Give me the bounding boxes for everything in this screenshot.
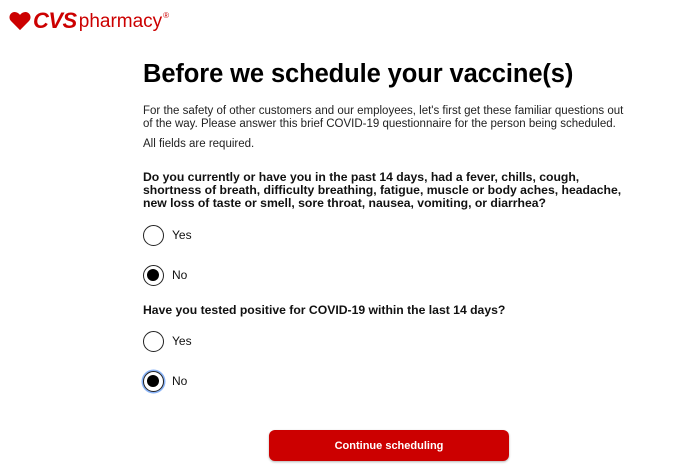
option-label: No bbox=[172, 374, 188, 388]
radio-button[interactable] bbox=[143, 264, 164, 286]
heart-icon bbox=[9, 11, 31, 31]
option-label: Yes bbox=[172, 228, 192, 242]
question-1-option-no[interactable]: No bbox=[143, 264, 643, 286]
intro-text: For the safety of other customers and ou… bbox=[143, 105, 624, 130]
logo-pharmacy-text: pharmacy bbox=[78, 10, 163, 32]
question-2-option-no[interactable]: No bbox=[143, 370, 643, 392]
questionnaire-form: Before we schedule your vaccine(s) For t… bbox=[143, 58, 643, 392]
page-title: Before we schedule your vaccine(s) bbox=[143, 60, 574, 88]
cvs-pharmacy-logo[interactable]: CVS pharmacy ® bbox=[9, 8, 169, 34]
logo-cvs-text: CVS bbox=[33, 8, 77, 33]
option-label: No bbox=[172, 268, 188, 282]
question-1-option-yes[interactable]: Yes bbox=[143, 224, 643, 246]
continue-scheduling-button[interactable]: Continue scheduling bbox=[269, 430, 509, 461]
radio-button[interactable] bbox=[143, 330, 164, 352]
question-2-option-yes[interactable]: Yes bbox=[143, 330, 643, 352]
radio-button[interactable] bbox=[143, 224, 164, 246]
question-1-text: Do you currently or have you in the past… bbox=[143, 170, 622, 210]
question-2-text: Have you tested positive for COVID-19 wi… bbox=[143, 303, 506, 317]
registered-mark: ® bbox=[163, 10, 170, 20]
radio-button[interactable] bbox=[143, 370, 164, 392]
option-label: Yes bbox=[172, 334, 192, 348]
required-note: All fields are required. bbox=[143, 138, 255, 150]
